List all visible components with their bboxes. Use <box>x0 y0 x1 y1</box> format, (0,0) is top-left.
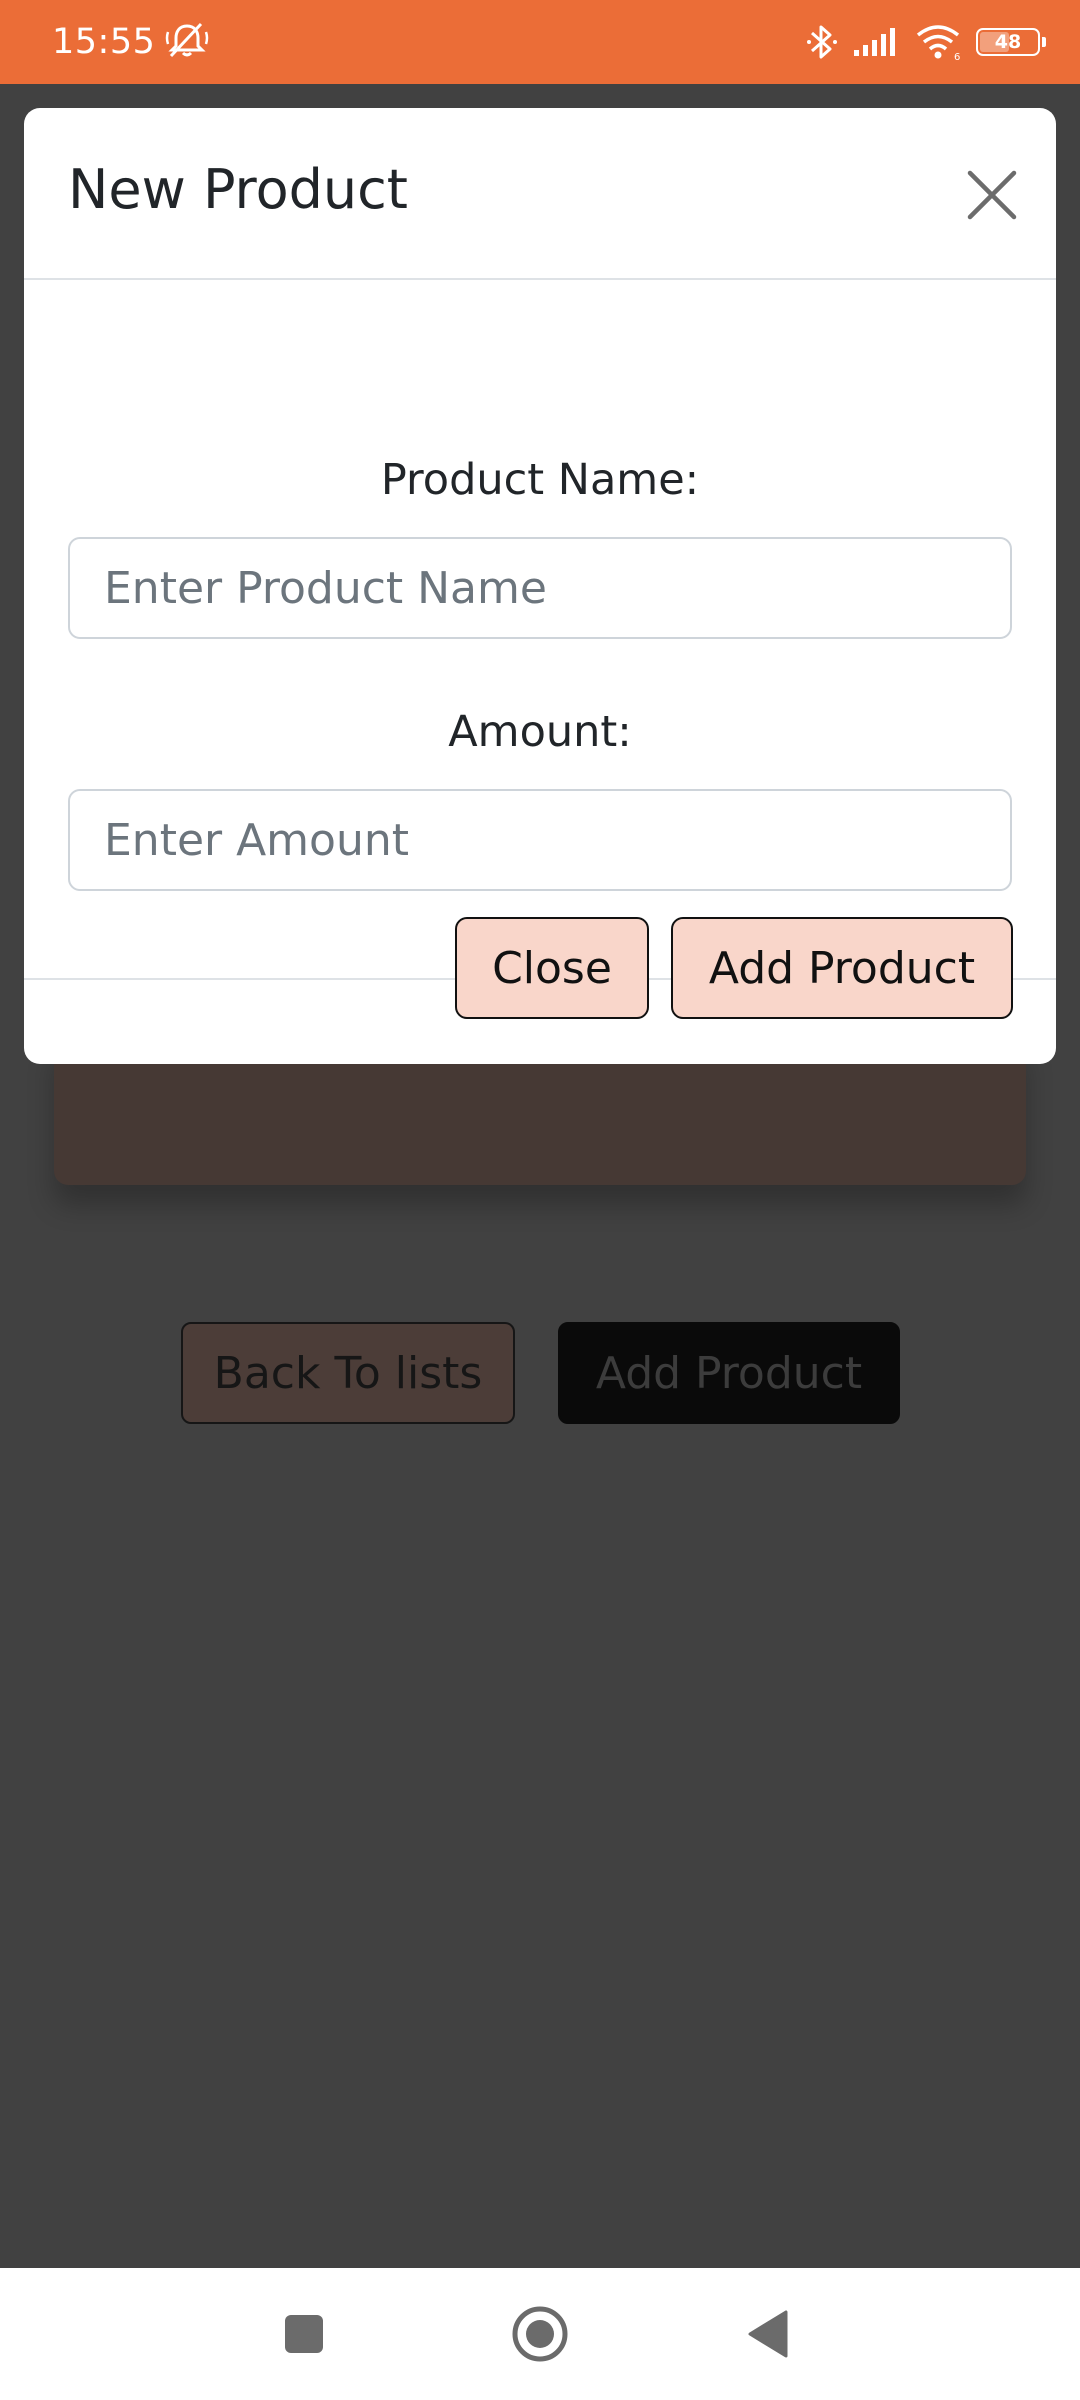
status-time: 15:55 <box>52 22 156 62</box>
wifi-icon: 6 <box>914 23 962 61</box>
bluetooth-icon <box>806 23 838 61</box>
battery-icon: 48 <box>976 28 1046 56</box>
app-root: 15:55 6 48 Back To lists Add Product New… <box>0 0 1080 2400</box>
bell-off-icon <box>165 20 209 64</box>
amount-input[interactable] <box>68 789 1012 891</box>
product-name-input[interactable] <box>68 537 1012 639</box>
amount-label: Amount: <box>448 707 632 757</box>
product-name-label: Product Name: <box>380 455 700 505</box>
signal-icon <box>852 26 900 58</box>
close-button[interactable]: Close <box>455 917 649 1019</box>
modal-header: New Product <box>24 108 1056 280</box>
modal-title: New Product <box>68 158 408 221</box>
background-add-product-button: Add Product <box>558 1322 900 1424</box>
add-product-button[interactable]: Add Product <box>671 917 1013 1019</box>
back-icon[interactable] <box>726 2268 810 2400</box>
close-icon[interactable] <box>962 165 1022 225</box>
battery-level: 48 <box>994 31 1022 53</box>
status-left: 15:55 <box>52 20 209 64</box>
navigation-bar <box>0 2268 1080 2400</box>
status-bar: 15:55 6 48 <box>0 0 1080 84</box>
back-to-lists-button: Back To lists <box>181 1322 515 1424</box>
modal-body: Product Name: Amount: <box>24 280 1056 980</box>
home-icon[interactable] <box>495 2268 585 2400</box>
status-right: 6 48 <box>806 23 1046 61</box>
svg-text:6: 6 <box>954 52 960 61</box>
recents-icon[interactable] <box>262 2268 346 2400</box>
